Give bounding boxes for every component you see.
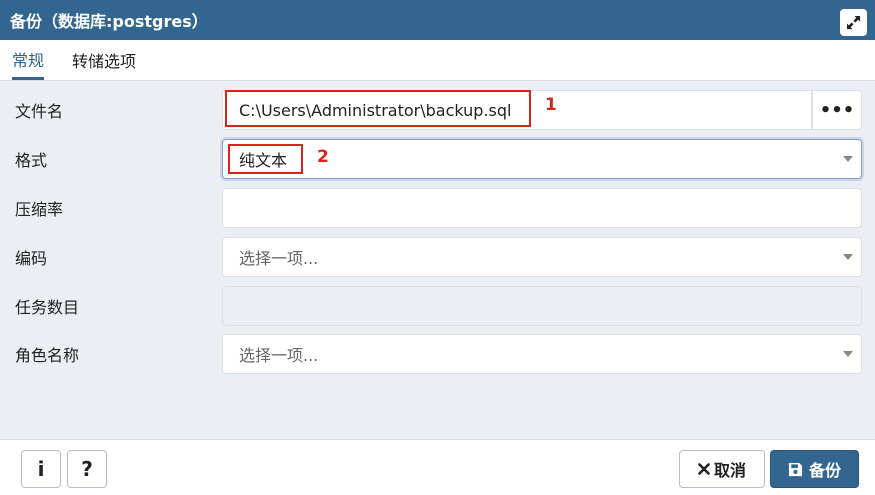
chevron-down-icon [843, 351, 853, 357]
annotation-marker-1: 1 [545, 95, 557, 115]
annotation-box-2 [228, 144, 303, 174]
filename-label: 文件名 [15, 102, 64, 121]
dialog-title: 备份（数据库:postgres） [10, 12, 208, 31]
role-select[interactable]: 选择一项... [222, 334, 862, 374]
annotation-box-1 [225, 90, 531, 127]
encoding-label: 编码 [15, 249, 48, 268]
format-row: 格式 纯文本 [0, 139, 875, 179]
encoding-select[interactable]: 选择一项... [222, 237, 862, 277]
backup-button[interactable]: 备份 [770, 450, 859, 488]
jobs-label: 任务数目 [15, 298, 80, 317]
format-label: 格式 [15, 151, 48, 170]
save-icon [788, 462, 803, 476]
jobs-row: 任务数目 [0, 286, 875, 326]
dialog-footer: i ? 取消 备份 [0, 439, 875, 495]
encoding-row: 编码 选择一项... [0, 237, 875, 277]
close-icon [698, 463, 710, 475]
backup-label: 备份 [808, 461, 841, 480]
tab-general[interactable]: 常规 [12, 40, 45, 80]
role-label: 角色名称 [15, 346, 80, 365]
help-button[interactable]: ? [67, 450, 107, 488]
help-icon: ? [81, 457, 93, 481]
info-icon: i [37, 457, 45, 481]
expand-button[interactable] [840, 9, 867, 36]
browse-button[interactable]: ••• [812, 90, 862, 130]
jobs-input[interactable] [222, 286, 862, 326]
chevron-down-icon [843, 254, 853, 260]
expand-arrows-icon [846, 15, 861, 30]
compression-label: 压缩率 [15, 200, 64, 219]
compression-row: 压缩率 [0, 188, 875, 228]
info-button[interactable]: i [21, 450, 61, 488]
cancel-button[interactable]: 取消 [679, 450, 765, 488]
tab-dump-options[interactable]: 转储选项 [72, 40, 136, 80]
tab-bar: 常规 转储选项 [0, 40, 875, 81]
role-placeholder: 选择一项... [239, 346, 319, 365]
dialog-titlebar: 备份（数据库:postgres） [0, 0, 875, 40]
role-row: 角色名称 选择一项... [0, 334, 875, 374]
cancel-label: 取消 [713, 461, 746, 480]
compression-input[interactable] [222, 188, 862, 228]
chevron-down-icon [843, 156, 853, 162]
encoding-placeholder: 选择一项... [239, 249, 319, 268]
annotation-marker-2: 2 [317, 147, 329, 167]
